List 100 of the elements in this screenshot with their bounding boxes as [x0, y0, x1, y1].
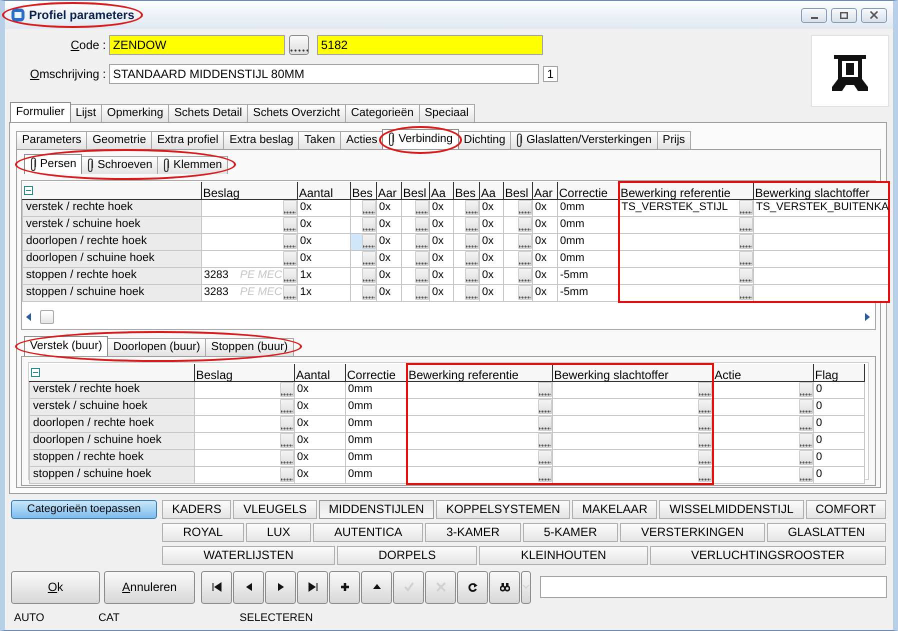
- description-field[interactable]: STANDAARD MIDDENSTIJL 80MM: [109, 64, 539, 84]
- ellipsis-button[interactable]: [799, 416, 813, 432]
- ellipsis-button[interactable]: [362, 285, 376, 300]
- tab[interactable]: Persen: [24, 154, 82, 174]
- code-field[interactable]: ZENDOW: [109, 35, 285, 55]
- ellipsis-button[interactable]: [518, 234, 532, 250]
- ellipsis-button[interactable]: [698, 433, 712, 448]
- ellipsis-button[interactable]: [362, 268, 376, 284]
- ellipsis-button[interactable]: [739, 285, 753, 300]
- next-button[interactable]: [265, 570, 296, 604]
- ellipsis-button[interactable]: [280, 467, 294, 482]
- category-button[interactable]: DORPELS: [337, 546, 478, 565]
- ellipsis-button[interactable]: [739, 251, 753, 266]
- ellipsis-button[interactable]: [698, 382, 712, 398]
- tab[interactable]: Geometrie: [86, 131, 152, 149]
- tab[interactable]: Stoppen (buur): [205, 338, 294, 356]
- column-header[interactable]: Aantal: [294, 364, 346, 382]
- column-header[interactable]: Bewerking referentie: [406, 364, 552, 382]
- apply-button[interactable]: Categorieën toepassen: [11, 500, 157, 519]
- ellipsis-button[interactable]: [739, 268, 753, 284]
- tab[interactable]: Glaslatten/Versterkingen: [510, 131, 658, 149]
- ellipsis-button[interactable]: [465, 217, 479, 232]
- column-header[interactable]: Aar: [532, 182, 558, 200]
- skip-first-button[interactable]: [201, 570, 232, 604]
- column-header[interactable]: Beslag: [194, 364, 294, 382]
- ellipsis-button[interactable]: [283, 285, 297, 300]
- ellipsis-button[interactable]: [362, 234, 376, 250]
- cancel-button[interactable]: Annuleren: [104, 570, 195, 604]
- ok-button[interactable]: Ok: [11, 570, 100, 604]
- minimize-button[interactable]: [801, 8, 827, 22]
- ellipsis-button[interactable]: [799, 399, 813, 414]
- category-button[interactable]: MAKELAAR: [572, 500, 658, 519]
- tab[interactable]: Dichting: [458, 131, 512, 149]
- plus-button[interactable]: [329, 570, 360, 604]
- category-button[interactable]: COMFORT: [806, 500, 886, 519]
- refresh-button[interactable]: [457, 570, 488, 604]
- ellipsis-button[interactable]: [465, 234, 479, 250]
- ellipsis-button[interactable]: [415, 217, 429, 232]
- search-field[interactable]: [540, 576, 887, 598]
- ellipsis-button[interactable]: [538, 450, 552, 466]
- scroll-thumb[interactable]: [40, 310, 54, 324]
- skip-last-button[interactable]: [297, 570, 328, 604]
- ellipsis-button[interactable]: [518, 268, 532, 284]
- ellipsis-button[interactable]: [739, 234, 753, 250]
- column-header[interactable]: Bes: [350, 182, 376, 200]
- column-header[interactable]: Besl: [402, 182, 430, 200]
- ellipsis-button[interactable]: [739, 217, 753, 232]
- ellipsis-button[interactable]: [518, 217, 532, 232]
- ellipsis-button[interactable]: [283, 200, 297, 216]
- ellipsis-button[interactable]: [465, 200, 479, 216]
- ellipsis-button[interactable]: [799, 382, 813, 398]
- column-header[interactable]: Besl: [504, 182, 532, 200]
- ellipsis-button[interactable]: [415, 200, 429, 216]
- column-header[interactable]: Aantal: [298, 182, 350, 200]
- category-button[interactable]: 3-KAMER: [425, 523, 521, 542]
- category-button[interactable]: KADERS: [162, 500, 232, 519]
- ellipsis-button[interactable]: [799, 450, 813, 466]
- category-button[interactable]: VLEUGELS: [233, 500, 317, 519]
- ellipsis-button[interactable]: [698, 467, 712, 482]
- column-header[interactable]: Aa: [430, 182, 454, 200]
- close-button[interactable]: [861, 8, 887, 22]
- tab[interactable]: Speciaal: [418, 104, 475, 122]
- ellipsis-button[interactable]: [283, 251, 297, 266]
- tab[interactable]: Categorieën: [344, 104, 420, 122]
- column-header[interactable]: Aa: [480, 182, 504, 200]
- ellipsis-button[interactable]: [518, 285, 532, 300]
- tab[interactable]: Verbinding: [382, 129, 459, 149]
- ellipsis-button[interactable]: [698, 399, 712, 414]
- category-button[interactable]: MIDDENSTIJLEN: [318, 500, 434, 519]
- ellipsis-button[interactable]: [739, 200, 753, 216]
- tab[interactable]: Opmerking: [101, 104, 170, 122]
- ellipsis-button[interactable]: [799, 433, 813, 448]
- ellipsis-button[interactable]: [280, 399, 294, 414]
- ellipsis-button[interactable]: [362, 217, 376, 232]
- maximize-button[interactable]: [831, 8, 857, 22]
- tab[interactable]: Acties: [340, 131, 384, 149]
- ellipsis-button[interactable]: [465, 285, 479, 300]
- category-button[interactable]: WATERLIJSTEN: [162, 546, 335, 565]
- category-button[interactable]: VERSTERKINGEN: [620, 523, 765, 542]
- tab[interactable]: Schroeven: [81, 156, 158, 174]
- ellipsis-button[interactable]: [280, 433, 294, 448]
- ellipsis-button[interactable]: [283, 268, 297, 284]
- ellipsis-button[interactable]: [538, 399, 552, 414]
- category-button[interactable]: KOPPELSYSTEMEN: [436, 500, 570, 519]
- ellipsis-button[interactable]: [280, 416, 294, 432]
- category-button[interactable]: 5-KAMER: [522, 523, 618, 542]
- column-header[interactable]: Flag: [814, 364, 864, 382]
- tab[interactable]: Taken: [298, 131, 342, 149]
- browse-button[interactable]: [289, 35, 309, 55]
- ellipsis-button[interactable]: [280, 450, 294, 466]
- column-header[interactable]: Beslag: [202, 182, 298, 200]
- ellipsis-button[interactable]: [415, 251, 429, 266]
- tab[interactable]: Lijst: [70, 104, 102, 122]
- column-header[interactable]: Aar: [376, 182, 402, 200]
- ellipsis-button[interactable]: [538, 467, 552, 482]
- column-header[interactable]: Correctie: [558, 182, 618, 200]
- column-header[interactable]: Actie: [712, 364, 814, 382]
- tab[interactable]: Schets Detail: [168, 104, 248, 122]
- tab[interactable]: Schets Overzicht: [247, 104, 346, 122]
- number-field[interactable]: 5182: [317, 35, 543, 55]
